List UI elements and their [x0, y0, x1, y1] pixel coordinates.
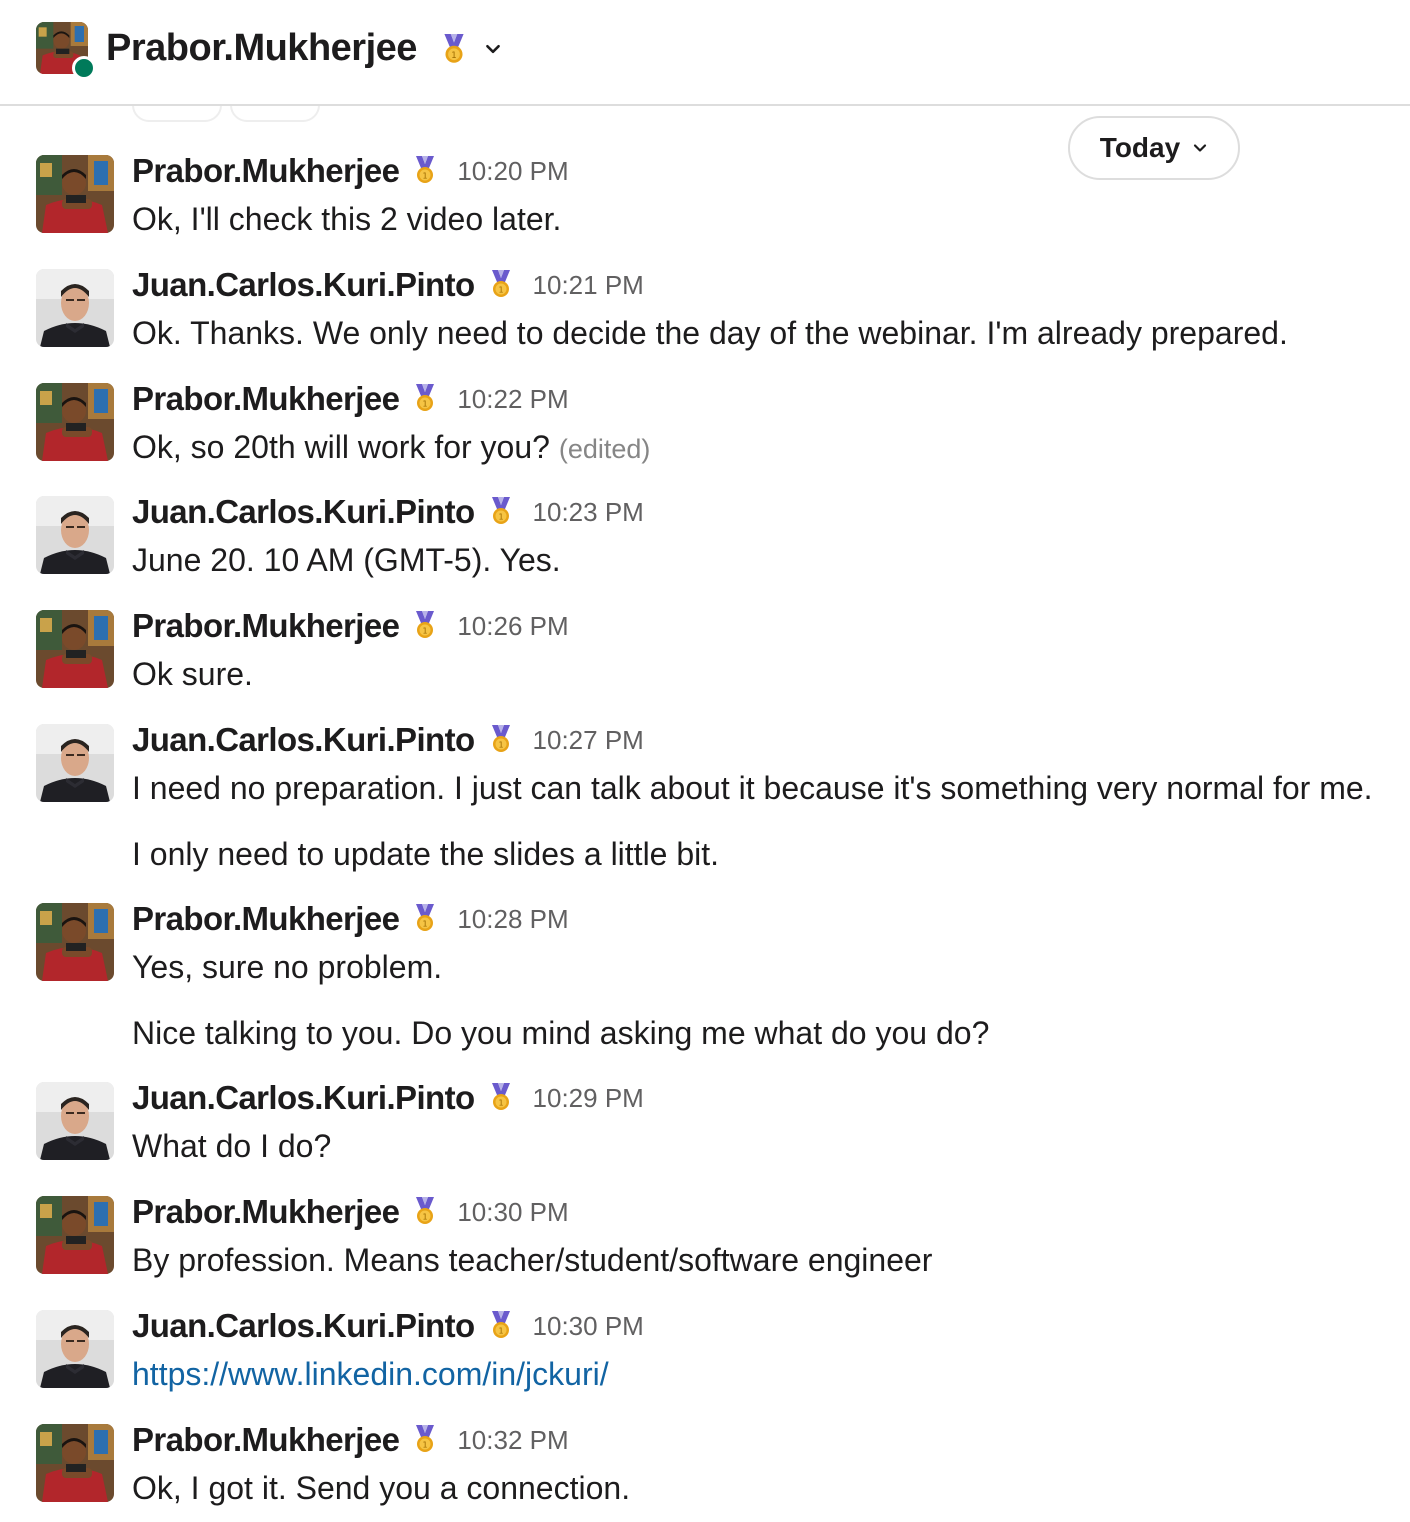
timestamp[interactable]: 10:23 PM [533, 497, 644, 528]
message-text: Ok, so 20th will work for you? [132, 429, 550, 465]
message-text-wrapper: Ok, so 20th will work for you? (edited) [132, 427, 650, 469]
author-name[interactable]: Juan.Carlos.Kuri.Pinto [132, 1307, 475, 1345]
timestamp[interactable]: 10:21 PM [533, 270, 644, 301]
medal-icon [413, 611, 437, 641]
avatar[interactable] [36, 1196, 114, 1274]
timestamp[interactable]: 10:20 PM [457, 156, 568, 187]
chevron-down-icon[interactable] [484, 40, 502, 58]
message-text: What do I do? [132, 1128, 332, 1164]
timestamp[interactable]: 10:26 PM [457, 611, 568, 642]
message-text: Ok, I got it. Send you a connection. [132, 1470, 631, 1506]
message-text: Yes, sure no problem. [132, 949, 443, 985]
message-text: June 20. 10 AM (GMT-5). Yes. [132, 542, 561, 578]
medal-icon [440, 34, 468, 66]
author-name[interactable]: Juan.Carlos.Kuri.Pinto [132, 1079, 475, 1117]
avatar[interactable] [36, 155, 114, 233]
message-text: Nice talking to you. Do you mind asking … [132, 1015, 990, 1051]
medal-icon [413, 1197, 437, 1227]
header-user-name[interactable]: Prabor.Mukherjee [106, 26, 417, 70]
avatar[interactable] [36, 724, 114, 802]
medal-icon [413, 904, 437, 934]
message-text: Ok. Thanks. We only need to decide the d… [132, 315, 1288, 351]
avatar[interactable] [36, 496, 114, 574]
presence-indicator [72, 56, 96, 80]
avatar[interactable] [36, 903, 114, 981]
avatar[interactable] [36, 610, 114, 688]
message-text: I only need to update the slides a littl… [132, 836, 720, 872]
medal-icon [413, 1425, 437, 1455]
date-divider-button[interactable]: Today [1068, 116, 1240, 180]
timestamp[interactable]: 10:30 PM [457, 1197, 568, 1228]
medal-icon [489, 497, 513, 527]
avatar[interactable] [36, 269, 114, 347]
author-name[interactable]: Prabor.Mukherjee [132, 380, 400, 418]
avatar[interactable] [36, 1424, 114, 1502]
timestamp[interactable]: 10:29 PM [533, 1083, 644, 1114]
medal-icon [489, 270, 513, 300]
medal-icon [489, 1311, 513, 1341]
timestamp[interactable]: 10:30 PM [533, 1311, 644, 1342]
edited-label: (edited) [558, 434, 651, 464]
message-text: I need no preparation. I just can talk a… [132, 770, 1373, 806]
medal-icon [413, 156, 437, 186]
message-text: Ok sure. [132, 656, 253, 692]
message-text: By profession. Means teacher/student/sof… [132, 1242, 933, 1278]
author-name[interactable]: Prabor.Mukherjee [132, 1421, 400, 1459]
timestamp[interactable]: 10:27 PM [533, 725, 644, 756]
avatar[interactable] [36, 1082, 114, 1160]
conversation-header: Prabor.Mukherjee [0, 0, 1410, 106]
message-text: Ok, I'll check this 2 video later. [132, 201, 562, 237]
medal-icon [489, 1083, 513, 1113]
timestamp[interactable]: 10:22 PM [457, 384, 568, 415]
chevron-down-icon [1192, 140, 1208, 156]
author-name[interactable]: Prabor.Mukherjee [132, 607, 400, 645]
avatar[interactable] [36, 383, 114, 461]
author-name[interactable]: Juan.Carlos.Kuri.Pinto [132, 493, 475, 531]
author-name[interactable]: Juan.Carlos.Kuri.Pinto [132, 266, 475, 304]
medal-icon [413, 384, 437, 414]
timestamp[interactable]: 10:32 PM [457, 1425, 568, 1456]
avatar[interactable] [36, 1310, 114, 1388]
author-name[interactable]: Prabor.Mukherjee [132, 1193, 400, 1231]
author-name[interactable]: Prabor.Mukherjee [132, 900, 400, 938]
medal-icon [489, 725, 513, 755]
timestamp[interactable]: 10:28 PM [457, 904, 568, 935]
date-divider-label: Today [1099, 132, 1181, 163]
linkedin-link[interactable]: https://www.linkedin.com/in/jckuri/ [132, 1354, 609, 1394]
author-name[interactable]: Prabor.Mukherjee [132, 152, 400, 190]
author-name[interactable]: Juan.Carlos.Kuri.Pinto [132, 721, 475, 759]
